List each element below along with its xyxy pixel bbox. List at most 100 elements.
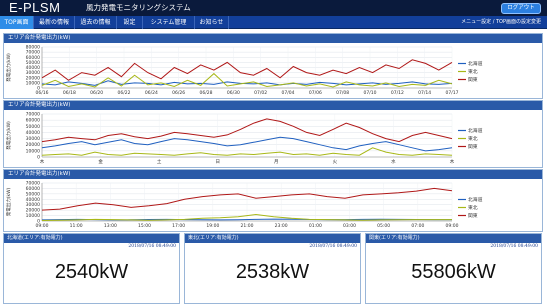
x-tick-label: 火 (333, 159, 338, 165)
x-tick-label: 06/22 (118, 90, 131, 96)
value-panel-hokkaido: 北海道(エリア:有効電力) 2018/07/16 08:49:00 2540kW (3, 233, 180, 304)
y-tick-label: 10000 (26, 213, 40, 219)
x-tick-label: 03:00 (343, 223, 356, 229)
chart-panel-monthly: エリア合計発電出力(kW) 発電出力(kW) 0 10000 20000 30000 40… (3, 33, 543, 99)
x-tick-label: 21:00 (241, 223, 254, 229)
y-tick-label: 60000 (26, 186, 40, 192)
y-tick-label: 60000 (26, 55, 40, 61)
value-panel-kanto: 関東(エリア:有効電力) 2018/07/16 08:49:00 55806kW (365, 233, 542, 304)
y-tick-label: 40000 (26, 197, 40, 203)
y-tick-label: 30000 (26, 202, 40, 208)
y-tick-label: 80000 (26, 45, 40, 51)
legend-label: 東北 (468, 68, 478, 75)
series-line (41, 147, 453, 156)
y-tick-label: 50000 (26, 191, 40, 197)
value-reading: 2540kW (54, 261, 129, 283)
x-tick-label: 17:00 (172, 223, 185, 229)
x-tick-label: 07/14 (418, 90, 431, 96)
y-axis-label: 発電出力(kW) (5, 187, 12, 216)
x-tick-label: 05:00 (377, 223, 390, 229)
y-tick-label: 20000 (26, 208, 40, 214)
x-tick-label: 日 (215, 159, 220, 165)
x-tick-label: 木 (40, 158, 45, 165)
series-line (41, 72, 453, 88)
y-tick-label: 50000 (26, 124, 40, 130)
y-tick-label: 20000 (26, 142, 40, 148)
chart-monthly: 発電出力(kW)01000020000300004000050000600007… (5, 45, 483, 97)
x-tick-label: 01:00 (309, 223, 322, 229)
nav-top[interactable]: TOP画面 (0, 16, 34, 29)
y-axis-label: 発電出力(kW) (5, 121, 12, 150)
y-tick-label: 70000 (26, 50, 40, 56)
series-line (41, 118, 453, 143)
x-tick-label: 金 (98, 158, 103, 165)
chart-panel-weekly: エリア合計発電出力(kW) 発電出力(kW) 0 10000 20000 30000 40… (3, 100, 543, 168)
value-reading: 55806kW (411, 261, 496, 283)
nav-latest-info[interactable]: 最新の情報 (34, 16, 75, 29)
nav-system-admin[interactable]: システム管理 (143, 16, 195, 29)
x-tick-label: 月 (274, 159, 279, 165)
legend-label: 北海道 (468, 60, 483, 67)
x-tick-label: 07/10 (364, 90, 377, 96)
x-tick-label: 水 (391, 158, 396, 165)
x-tick-label: 11:00 (70, 223, 83, 229)
value-panel-title: 東北(エリア:有効電力) (185, 234, 360, 243)
x-tick-label: 木 (450, 158, 455, 165)
x-tick-label: 06/28 (200, 90, 213, 96)
y-tick-label: 30000 (26, 136, 40, 142)
y-tick-label: 50000 (26, 60, 40, 66)
nav-notices[interactable]: お知らせ (195, 16, 229, 29)
y-tick-label: 70000 (26, 181, 40, 187)
y-tick-label: 10000 (26, 148, 40, 154)
legend-label: 東北 (468, 135, 478, 142)
chart-weekly: 発電出力(kW)01000020000300004000050000600007… (5, 112, 483, 166)
legend-label: 関東 (468, 76, 478, 83)
app-header: E-PLSM 風力発電モニタリングシステム ログアウト (0, 0, 547, 16)
x-tick-label: 06/16 (36, 90, 49, 96)
x-tick-label: 07/06 (309, 90, 322, 96)
x-tick-label: 07/12 (391, 90, 404, 96)
nav-settings[interactable]: 設定 (117, 16, 143, 29)
nav-menu-settings-link[interactable]: メニュー設定 / TOP画面の設定変更 (461, 16, 541, 29)
y-tick-label: 30000 (26, 70, 40, 76)
value-timestamp: 2018/07/16 08:49:00 (128, 244, 176, 249)
chart-panel-title: エリア合計発電出力(kW) (4, 170, 542, 179)
x-tick-label: 09:00 (446, 223, 459, 229)
y-axis-label: 発電出力(kW) (5, 53, 12, 82)
value-panel-tohoku: 東北(エリア:有効電力) 2018/07/16 08:49:00 2538kW (184, 233, 361, 304)
app-subtitle: 風力発電モニタリングシステム (86, 3, 191, 12)
value-timestamp: 2018/07/16 08:49:00 (490, 244, 538, 249)
value-panel-title: 関東(エリア:有効電力) (366, 234, 541, 243)
x-tick-label: 06/30 (227, 90, 240, 96)
x-tick-label: 07:00 (411, 223, 424, 229)
y-tick-label: 70000 (26, 112, 40, 118)
y-tick-label: 60000 (26, 118, 40, 124)
logout-button[interactable]: ログアウト (501, 3, 541, 14)
x-tick-label: 06/26 (172, 90, 185, 96)
legend-label: 関東 (468, 143, 478, 150)
value-timestamp: 2018/07/16 08:49:00 (309, 244, 357, 249)
series-line (41, 59, 453, 81)
value-reading: 2538kW (235, 261, 310, 283)
x-tick-label: 15:00 (138, 223, 151, 229)
x-tick-label: 土 (157, 158, 162, 165)
x-tick-label: 23:00 (275, 223, 288, 229)
x-tick-label: 07/04 (282, 90, 295, 96)
y-tick-label: 40000 (26, 65, 40, 71)
chart-panel-title: エリア合計発電出力(kW) (4, 34, 542, 43)
chart-panel-daily: エリア合計発電出力(kW) 発電出力(kW) 0 10000 20000 30000 40… (3, 169, 543, 232)
x-tick-label: 09:00 (36, 223, 49, 229)
legend-label: 北海道 (468, 127, 483, 134)
main-nav: TOP画面 最新の情報 過去の情報 設定 システム管理 お知らせ メニュー設定 … (0, 16, 547, 29)
nav-past-info[interactable]: 過去の情報 (75, 16, 117, 29)
app-logo: E-PLSM (9, 0, 61, 15)
value-panel-title: 北海道(エリア:有効電力) (4, 234, 179, 243)
x-tick-label: 06/20 (90, 90, 103, 96)
legend-label: 東北 (468, 204, 478, 211)
x-tick-label: 06/18 (63, 90, 76, 96)
x-tick-label: 07/02 (254, 90, 267, 96)
chart-panel-title: エリア合計発電出力(kW) (4, 101, 542, 110)
chart-daily: 発電出力(kW)01000020000300004000050000600007… (5, 181, 483, 230)
x-tick-label: 19:00 (206, 223, 219, 229)
y-tick-label: 40000 (26, 130, 40, 136)
